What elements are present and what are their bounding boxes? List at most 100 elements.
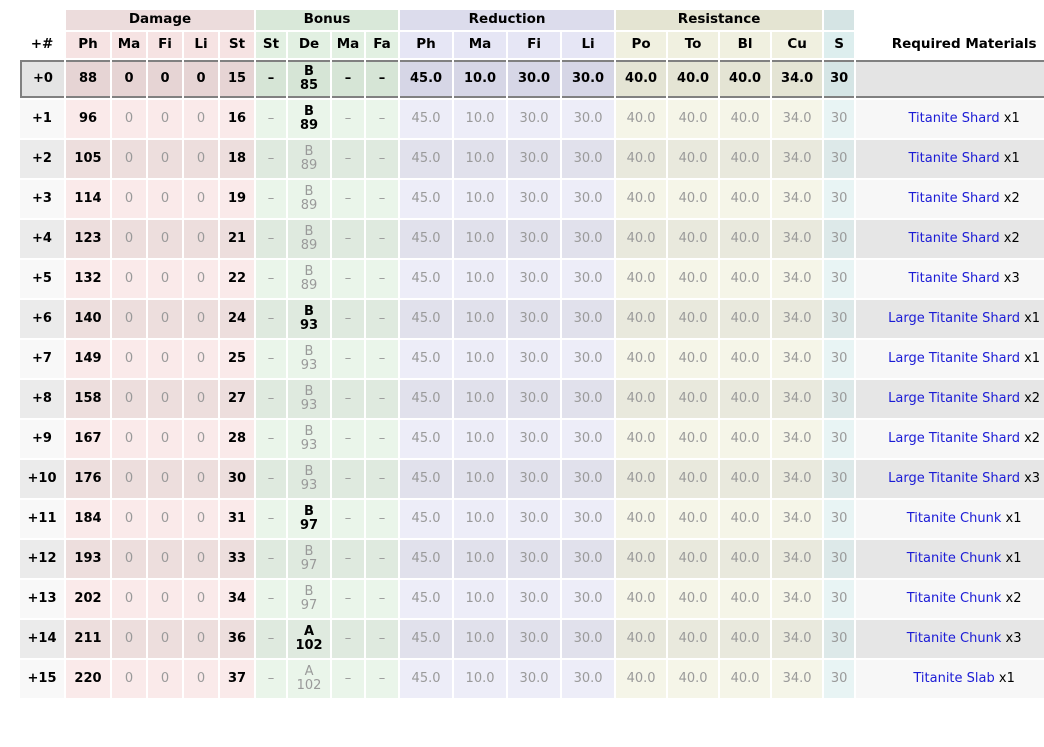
special-cell: 30	[824, 220, 855, 258]
reduction-cell-2: 30.0	[508, 380, 561, 418]
material-quantity: x2	[1024, 390, 1041, 406]
cell-value: 34.0	[782, 150, 812, 166]
damage-cell-3: 0	[184, 420, 218, 458]
bonus-de-stack: B 89	[288, 225, 330, 252]
material-link[interactable]: Large Titanite Shard	[888, 431, 1020, 446]
material-link[interactable]: Large Titanite Shard	[888, 471, 1020, 486]
material-link[interactable]: Large Titanite Shard	[888, 351, 1020, 366]
required-materials-cell: Titanite Shard x1	[856, 100, 1044, 138]
material-quantity: x2	[1024, 430, 1041, 446]
bonus-fa-cell: –	[366, 220, 399, 258]
cell-value: 30	[830, 630, 848, 646]
bonus-de-cell: B 85	[288, 60, 331, 98]
cell-value: 220	[74, 670, 102, 686]
cell-value: 40.0	[678, 270, 708, 286]
cell-value: 30.0	[573, 110, 603, 126]
table-row: +14 211 0 0 0 36– A 102– –45.0 10.0 30.0 30.0 40.0 40…	[20, 620, 1044, 658]
material-link[interactable]: Titanite Chunk	[907, 551, 1002, 566]
cell-value: 30.0	[519, 110, 549, 126]
material-link[interactable]: Titanite Slab	[913, 671, 994, 686]
cell-value: 184	[74, 510, 102, 526]
cell-value: 40.0	[730, 310, 760, 326]
table-row: +13 202 0 0 0 34– B 97– –45.0 10.0 30.0 30.0 40.0 40.…	[20, 580, 1044, 618]
cell-value: –	[267, 190, 275, 206]
cell-value: 45.0	[411, 590, 441, 606]
reduction-cell-1: 10.0	[454, 180, 507, 218]
bonus-st-cell: –	[256, 260, 287, 298]
damage-cell-2: 0	[148, 420, 182, 458]
bonus-fa-cell: –	[366, 140, 399, 178]
reduction-cell-2: 30.0	[508, 580, 561, 618]
column-header-ph: Ph	[400, 32, 453, 58]
material-link[interactable]: Titanite Shard	[908, 111, 999, 126]
bonus-fa-cell: –	[366, 60, 399, 98]
cell-value: 10.0	[465, 190, 495, 206]
cell-value: 45.0	[411, 630, 441, 646]
cell-value: 18	[227, 150, 247, 166]
upgrade-level-cell: +2	[20, 140, 64, 178]
damage-cell-2: 0	[148, 380, 182, 418]
cell-value: 0	[124, 550, 134, 566]
cell-value: 40.0	[678, 230, 708, 246]
bonus-st-cell: –	[256, 100, 287, 138]
cell-value: –	[267, 630, 275, 646]
cell-value: 0	[160, 390, 170, 406]
reduction-cell-1: 10.0	[454, 540, 507, 578]
material-link[interactable]: Titanite Shard	[908, 191, 999, 206]
cell-value: 40.0	[626, 350, 656, 366]
damage-cell-1: 0	[112, 340, 146, 378]
upgrade-table-container: Damage Bonus Reduction Resistance +# Ph Ma Fi L…	[0, 0, 1044, 700]
material-link[interactable]: Titanite Shard	[908, 231, 999, 246]
material-quantity: x3	[1003, 270, 1020, 286]
reduction-cell-2: 30.0	[508, 180, 561, 218]
cell-value: 40.0	[626, 270, 656, 286]
bonus-fa-cell: –	[366, 260, 399, 298]
column-header-ph: Ph	[66, 32, 110, 58]
bonus-de-cell: B 89	[288, 180, 331, 218]
damage-cell-4: 36	[220, 620, 255, 658]
material-link[interactable]: Titanite Chunk	[907, 511, 1002, 526]
cell-value: –	[378, 630, 386, 646]
cell-value: 0	[196, 590, 206, 606]
reduction-cell-2: 30.0	[508, 140, 561, 178]
cell-value: –	[267, 230, 275, 246]
cell-value: –	[344, 390, 352, 406]
bonus-de-cell: A 102	[288, 620, 331, 658]
damage-cell-4: 33	[220, 540, 255, 578]
material-link[interactable]: Large Titanite Shard	[888, 311, 1020, 326]
cell-value: 10.0	[465, 630, 495, 646]
cell-value: 34.0	[782, 590, 812, 606]
material-link[interactable]: Titanite Shard	[908, 151, 999, 166]
reduction-cell-3: 30.0	[562, 500, 615, 538]
resistance-cell-1: 40.0	[668, 100, 719, 138]
table-row: +5 132 0 0 0 22– B 89– –45.0 10.0 30.0 30.0 40.0 40.0…	[20, 260, 1044, 298]
special-cell: 30	[824, 100, 855, 138]
bonus-de-stack: B 97	[288, 545, 330, 572]
cell-value: 40.0	[677, 70, 710, 86]
cell-value: 30.0	[519, 670, 549, 686]
resistance-cell-3: 34.0	[772, 300, 823, 338]
required-materials-cell: Large Titanite Shard x3	[856, 460, 1044, 498]
resistance-cell-0: 40.0	[616, 340, 667, 378]
material-link[interactable]: Titanite Chunk	[907, 631, 1002, 646]
material-link[interactable]: Large Titanite Shard	[888, 391, 1020, 406]
cell-value: 132	[74, 270, 102, 286]
bonus-de-cell: B 97	[288, 580, 331, 618]
material-link[interactable]: Titanite Chunk	[907, 591, 1002, 606]
table-row: +10 176 0 0 0 30– B 93– –45.0 10.0 30.0 30.0 40.0 40.…	[20, 460, 1044, 498]
damage-cell-2: 0	[148, 500, 182, 538]
resistance-cell-1: 40.0	[668, 380, 719, 418]
cell-value: 0	[160, 350, 170, 366]
resistance-cell-0: 40.0	[616, 300, 667, 338]
damage-cell-0: 184	[66, 500, 110, 538]
upgrade-level-cell: +3	[20, 180, 64, 218]
damage-cell-1: 0	[112, 60, 146, 98]
damage-cell-3: 0	[184, 60, 218, 98]
cell-value: 10.0	[465, 270, 495, 286]
bonus-de-stack: B 97	[288, 585, 330, 612]
material-link[interactable]: Titanite Shard	[908, 271, 999, 286]
bonus-de-grade: B	[304, 64, 314, 80]
bonus-de-value: 93	[300, 358, 318, 373]
reduction-cell-0: 45.0	[400, 620, 453, 658]
damage-cell-2: 0	[148, 580, 182, 618]
